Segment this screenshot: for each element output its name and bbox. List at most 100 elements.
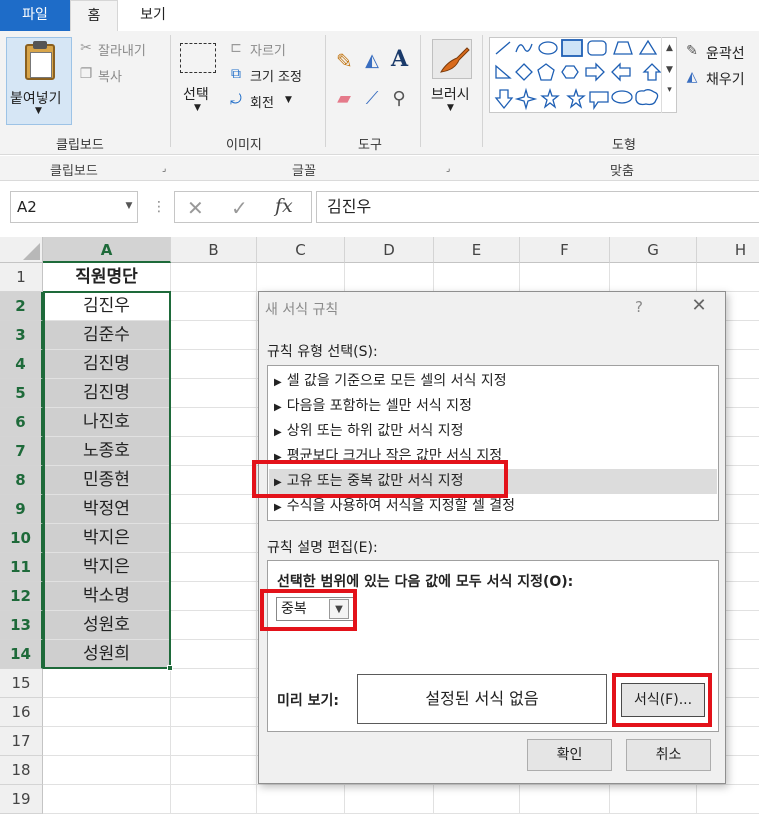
close-icon[interactable]: ✕ — [689, 295, 709, 316]
empty-cell[interactable] — [171, 669, 257, 698]
rotate-button[interactable]: 회전 — [250, 92, 274, 111]
row-header-9[interactable]: 9 — [0, 495, 43, 524]
tab-file[interactable]: 파일 — [0, 0, 70, 31]
empty-cell[interactable] — [171, 408, 257, 437]
row-header-2[interactable]: 2 — [0, 292, 43, 321]
fill-bucket-icon[interactable]: ◭ — [364, 52, 380, 70]
formula-input[interactable]: 김진우 — [316, 191, 759, 223]
more-icon[interactable]: ▾ — [662, 85, 677, 95]
row-header-16[interactable]: 16 — [0, 698, 43, 727]
empty-cell[interactable] — [171, 785, 257, 814]
row-header-6[interactable]: 6 — [0, 408, 43, 437]
cancel-icon[interactable]: ✕ — [187, 196, 204, 220]
row-header-10[interactable]: 10 — [0, 524, 43, 553]
help-button[interactable]: ? — [635, 298, 643, 316]
empty-cell[interactable] — [171, 379, 257, 408]
empty-cell[interactable] — [171, 350, 257, 379]
empty-cell[interactable] — [43, 698, 171, 727]
color-picker-icon[interactable]: ⟋ — [364, 90, 380, 108]
eraser-icon[interactable]: ▰ — [336, 90, 352, 108]
row-header-11[interactable]: 11 — [0, 553, 43, 582]
empty-cell[interactable] — [520, 263, 610, 292]
row-header-17[interactable]: 17 — [0, 727, 43, 756]
select-button[interactable]: 선택 — [183, 84, 209, 104]
row-header-4[interactable]: 4 — [0, 350, 43, 379]
row-header-7[interactable]: 7 — [0, 437, 43, 466]
scroll-down-icon[interactable]: ▼ — [662, 65, 677, 75]
empty-cell[interactable] — [43, 785, 171, 814]
empty-cell[interactable] — [43, 727, 171, 756]
empty-cell[interactable] — [257, 263, 345, 292]
row-header-8[interactable]: 8 — [0, 466, 43, 495]
empty-cell[interactable] — [171, 524, 257, 553]
empty-cell[interactable] — [171, 756, 257, 785]
scroll-up-icon[interactable]: ▲ — [662, 43, 677, 53]
pencil-icon[interactable]: ✎ — [336, 51, 353, 71]
empty-cell[interactable] — [171, 611, 257, 640]
empty-cell[interactable] — [171, 263, 257, 292]
rule-type-item[interactable]: ▶ 셀 값을 기준으로 모든 셀의 서식 지정 — [274, 369, 714, 394]
row-header-19[interactable]: 19 — [0, 785, 43, 814]
cancel-button[interactable]: 취소 — [626, 739, 711, 771]
brush-button[interactable]: 브러시 — [431, 84, 470, 104]
column-header-a[interactable]: A — [43, 237, 171, 263]
name-box[interactable]: A2 — [10, 191, 138, 223]
magnifier-icon[interactable]: ⚲ — [391, 90, 407, 108]
empty-cell[interactable] — [434, 785, 520, 814]
empty-cell[interactable] — [697, 263, 759, 292]
column-header-f[interactable]: F — [520, 237, 610, 263]
row-header-5[interactable]: 5 — [0, 379, 43, 408]
empty-cell[interactable] — [43, 669, 171, 698]
empty-cell[interactable] — [171, 321, 257, 350]
empty-cell[interactable] — [171, 437, 257, 466]
row-header-13[interactable]: 13 — [0, 611, 43, 640]
gallery-scroll[interactable]: ▲ ▼ ▾ — [661, 37, 677, 113]
empty-cell[interactable] — [171, 640, 257, 669]
empty-cell[interactable] — [171, 582, 257, 611]
empty-cell[interactable] — [697, 785, 759, 814]
row-header-12[interactable]: 12 — [0, 582, 43, 611]
row-header-1[interactable]: 1 — [0, 263, 43, 292]
ok-button[interactable]: 확인 — [527, 739, 612, 771]
chevron-down-icon[interactable]: ▼ — [122, 191, 136, 223]
empty-cell[interactable] — [610, 263, 697, 292]
empty-cell[interactable] — [171, 553, 257, 582]
empty-cell[interactable] — [610, 785, 697, 814]
empty-cell[interactable] — [171, 466, 257, 495]
header-cell[interactable]: 직원명단 — [43, 263, 171, 292]
enter-icon[interactable]: ✓ — [231, 196, 248, 220]
text-tool-icon[interactable]: A — [391, 48, 408, 70]
dialog-launcher-icon[interactable]: ⌟ — [162, 164, 166, 174]
copy-button[interactable]: 복사 — [98, 66, 122, 85]
tab-view[interactable]: 보기 — [118, 0, 188, 31]
resize-button[interactable]: 크기 조정 — [250, 66, 302, 85]
column-header-h[interactable]: H — [697, 237, 759, 263]
empty-cell[interactable] — [171, 495, 257, 524]
empty-cell[interactable] — [520, 785, 610, 814]
empty-cell[interactable] — [43, 756, 171, 785]
row-header-15[interactable]: 15 — [0, 669, 43, 698]
rule-type-item[interactable]: ▶ 상위 또는 하위 값만 서식 지정 — [274, 419, 714, 444]
row-header-3[interactable]: 3 — [0, 321, 43, 350]
empty-cell[interactable] — [257, 785, 345, 814]
empty-cell[interactable] — [171, 698, 257, 727]
empty-cell[interactable] — [345, 785, 434, 814]
dialog-launcher-icon[interactable]: ⌟ — [446, 164, 450, 174]
empty-cell[interactable] — [345, 263, 434, 292]
column-header-e[interactable]: E — [434, 237, 520, 263]
column-header-d[interactable]: D — [345, 237, 434, 263]
paste-button[interactable]: 붙여넣기 ▼ — [6, 37, 72, 125]
column-header-c[interactable]: C — [257, 237, 345, 263]
row-header-18[interactable]: 18 — [0, 756, 43, 785]
rule-type-item[interactable]: ▶ 다음을 포함하는 셀만 서식 지정 — [274, 394, 714, 419]
fill-handle[interactable] — [167, 665, 173, 671]
column-header-b[interactable]: B — [171, 237, 257, 263]
outline-button[interactable]: 윤곽선 — [706, 43, 745, 63]
shape-gallery[interactable] — [489, 37, 677, 113]
row-header-14[interactable]: 14 — [0, 640, 43, 669]
insert-function-icon[interactable]: fx — [275, 195, 293, 217]
empty-cell[interactable] — [434, 263, 520, 292]
fill-button[interactable]: 채우기 — [706, 69, 745, 89]
column-header-g[interactable]: G — [610, 237, 697, 263]
select-all-corner[interactable] — [0, 237, 43, 263]
